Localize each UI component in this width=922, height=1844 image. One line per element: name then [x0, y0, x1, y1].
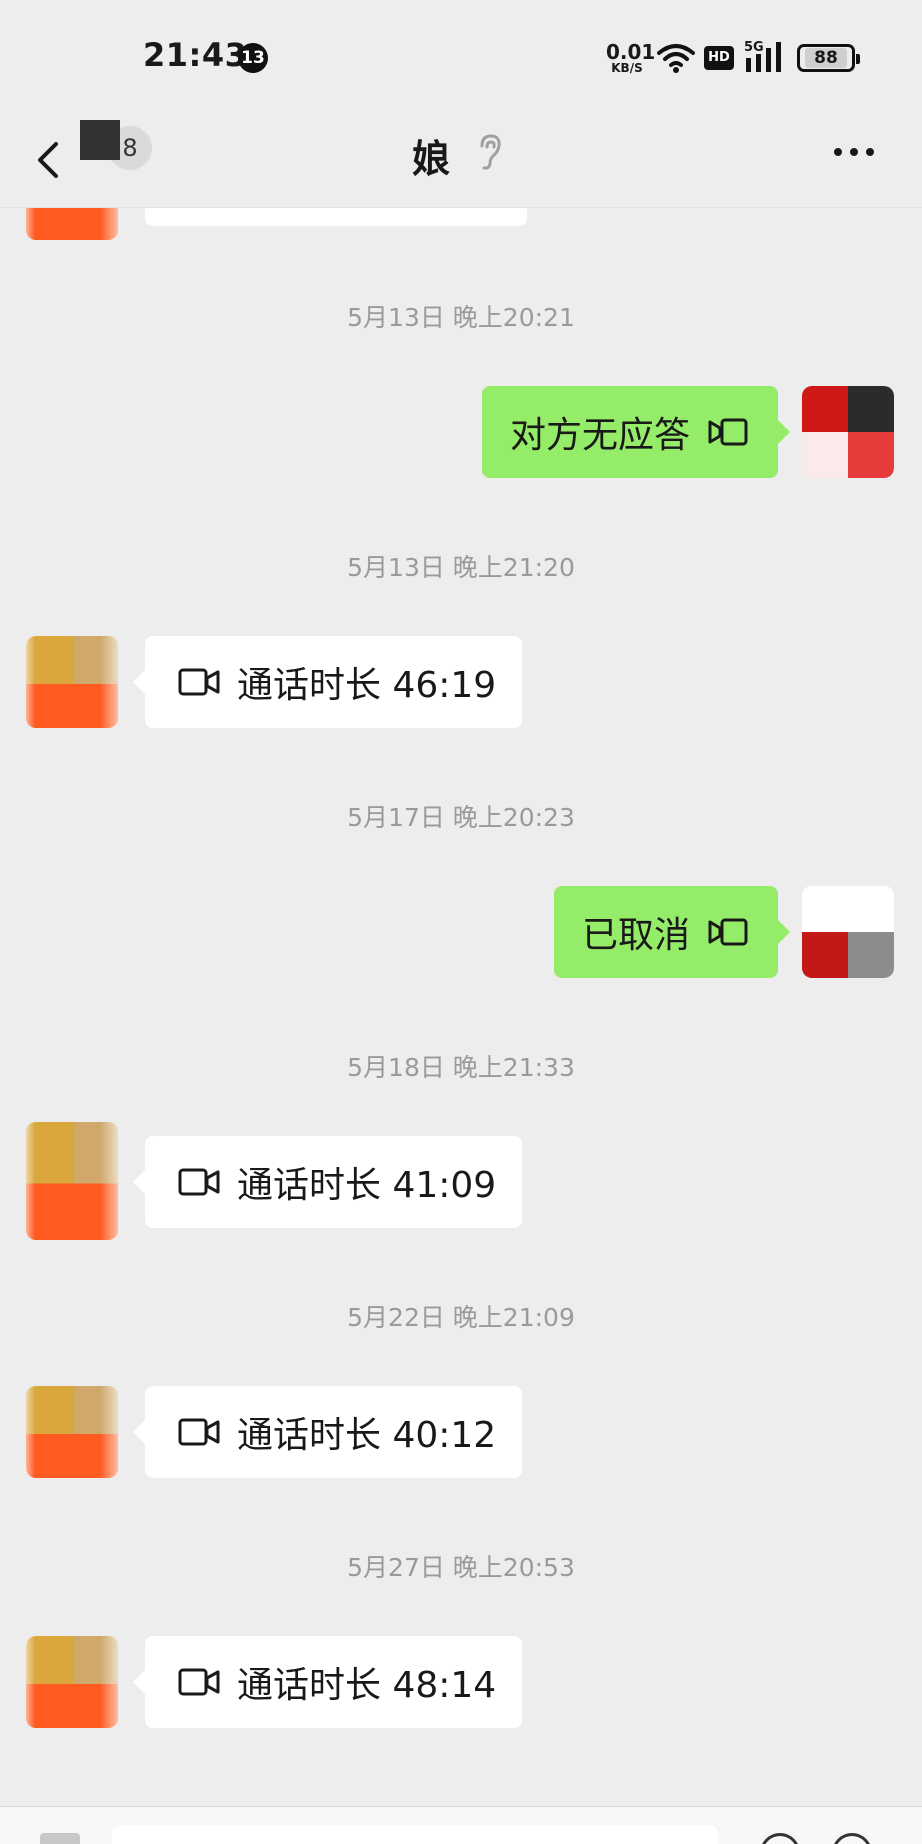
contact-avatar[interactable] [26, 1636, 118, 1728]
chat-title: 娘 [412, 137, 451, 181]
video-call-icon [178, 668, 220, 696]
video-call-icon [708, 918, 748, 946]
my-avatar[interactable] [802, 386, 894, 478]
signal-icon: 5G [744, 40, 786, 74]
status-bar: 21:43 13 0.01 KB/S HD 5G 88 [0, 0, 922, 112]
message-text: 通话时长 48:14 [237, 1665, 497, 1706]
message-bubble-received[interactable]: 通话时长 41:09 [132, 1136, 523, 1228]
message-bubble-sent[interactable]: 已取消 [553, 886, 791, 978]
chevron-left-icon[interactable] [30, 132, 66, 188]
chat-screen: 21:43 13 0.01 KB/S HD 5G 88 8 娘 5月13日 晚上… [0, 0, 922, 1844]
message-text: 通话时长 40:12 [237, 1415, 497, 1456]
video-call-icon [178, 1418, 220, 1446]
battery-tip [856, 54, 860, 64]
network-speed-value: 0.01 [606, 40, 656, 64]
message-timestamp: 5月22日 晚上21:09 [347, 1303, 575, 1332]
ear-icon [480, 134, 501, 170]
network-speed-unit: KB/S [611, 61, 643, 75]
message-text: 通话时长 46:19 [237, 665, 497, 706]
message-timestamp: 5月13日 晚上20:21 [347, 303, 575, 332]
message-bubble-received[interactable]: 通话时长 48:14 [132, 1636, 523, 1728]
video-call-icon [178, 1668, 220, 1696]
input-bar [0, 1806, 922, 1844]
contact-avatar[interactable] [26, 636, 118, 728]
contact-avatar[interactable] [26, 1386, 118, 1478]
redacted-block [80, 120, 120, 160]
status-time: 21:43 [143, 36, 248, 74]
more-dots-icon[interactable] [832, 146, 876, 158]
more-actions-button[interactable] [832, 1833, 872, 1844]
voice-input-button[interactable] [40, 1833, 80, 1844]
message-text: 通话时长 41:09 [237, 1165, 497, 1206]
video-call-icon [708, 418, 748, 446]
hd-badge: HD [704, 46, 734, 70]
message-text: 对方无应答 [509, 415, 690, 456]
message-timestamp: 5月18日 晚上21:33 [347, 1053, 575, 1082]
message-timestamp: 5月13日 晚上21:20 [347, 553, 575, 582]
message-bubble-received[interactable]: 通话时长 40:12 [132, 1386, 523, 1478]
message-input[interactable] [112, 1825, 718, 1844]
wifi-icon [657, 44, 695, 73]
battery-level: 88 [805, 48, 847, 68]
message-bubble-sent[interactable]: 对方无应答 [481, 386, 791, 478]
notification-badge: 13 [238, 43, 268, 73]
emoji-button[interactable] [760, 1833, 800, 1844]
network-speed: 0.01 KB/S [606, 40, 656, 75]
battery-indicator: 88 [797, 44, 860, 72]
chat-header: 8 娘 [0, 112, 922, 208]
message-bubble-received[interactable]: 通话时长 46:19 [132, 636, 523, 728]
video-call-icon [178, 1168, 220, 1196]
message-timestamp: 5月17日 晚上20:23 [347, 803, 575, 832]
message-text: 已取消 [581, 915, 690, 956]
my-avatar[interactable] [802, 886, 894, 978]
message-timestamp: 5月27日 晚上20:53 [347, 1553, 575, 1582]
contact-avatar[interactable] [26, 1122, 118, 1240]
